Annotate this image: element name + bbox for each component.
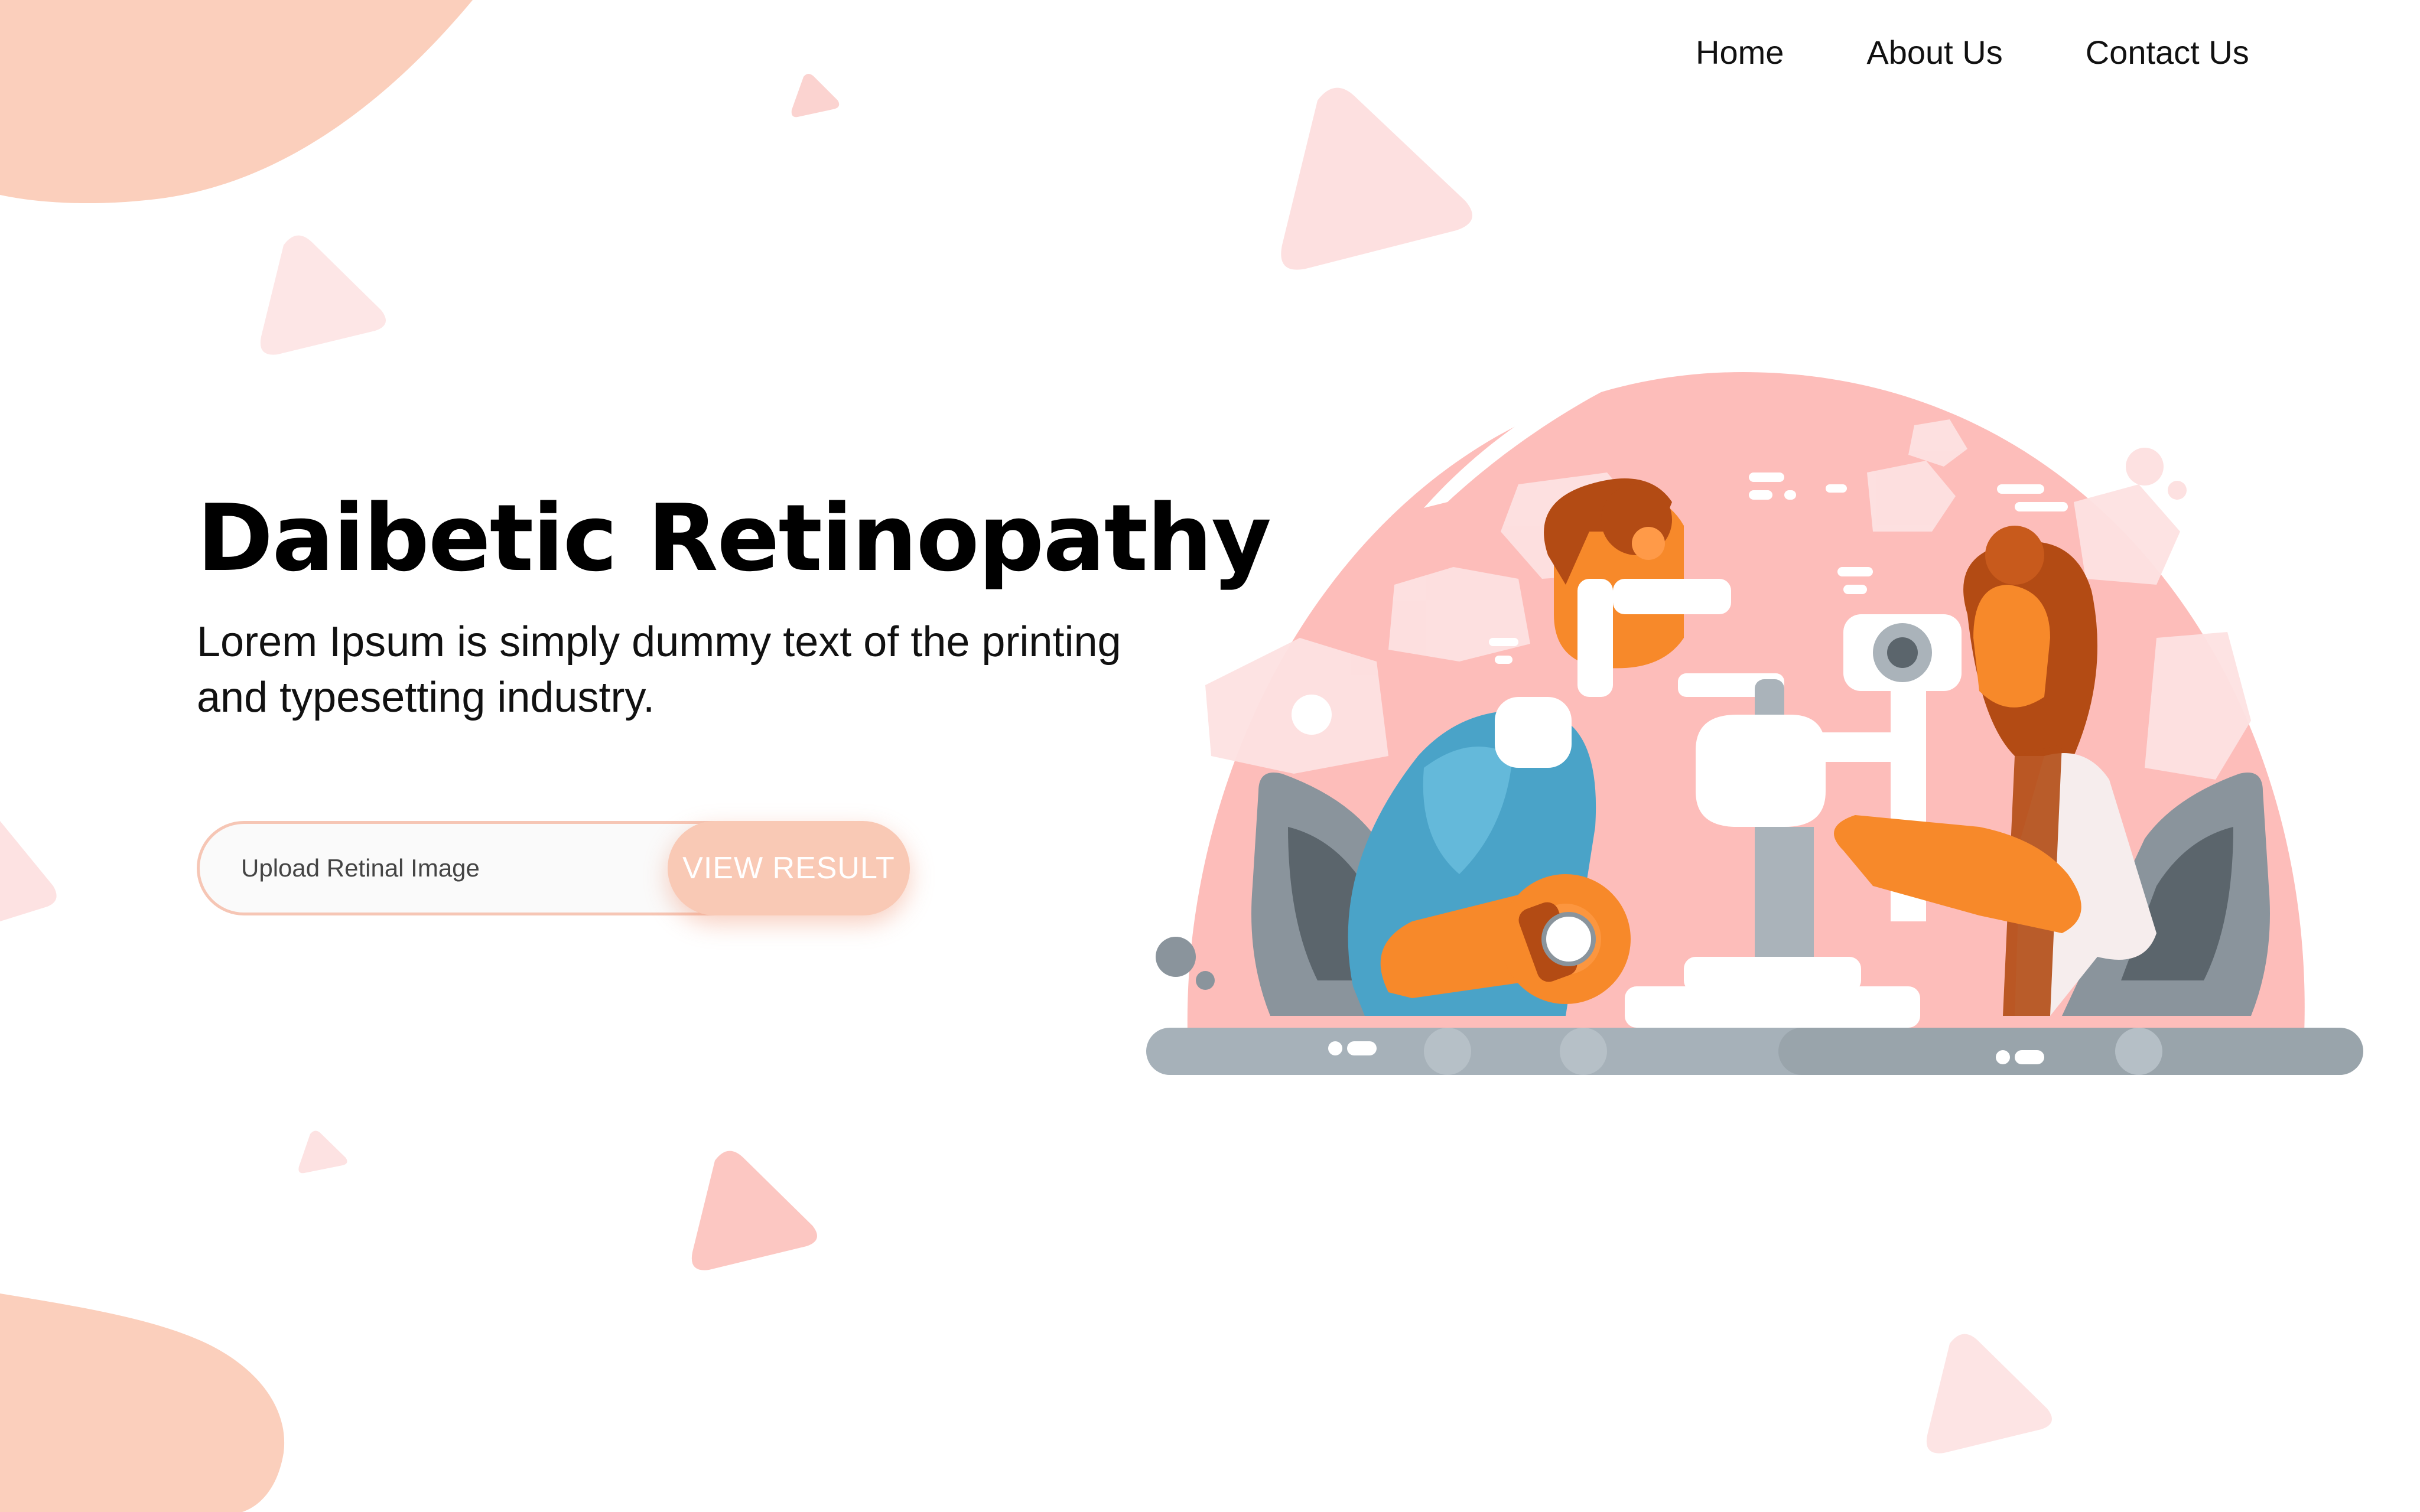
- triangle-decoration: [1281, 87, 1472, 270]
- page-title: Daibetic Retinopathy: [197, 484, 1271, 592]
- upload-label: Upload Retinal Image: [241, 854, 480, 882]
- eye-exam-illustration: [1146, 325, 2363, 1075]
- left-edge-triangle: [0, 821, 57, 921]
- bottom-left-blob: [0, 1293, 285, 1512]
- hero-description: Lorem Ipsum is simply dummy text of the …: [197, 618, 1121, 721]
- top-left-blob: [0, 0, 473, 204]
- triangle-decoration: [791, 74, 840, 118]
- nav-about-link[interactable]: About Us: [1866, 33, 2002, 71]
- triangle-decoration: [691, 1151, 817, 1270]
- triangle-decoration: [1926, 1334, 2052, 1454]
- triangle-decoration: [298, 1130, 347, 1174]
- top-nav: Home About Us Contact Us: [1696, 33, 2278, 71]
- view-result-button[interactable]: VIEW RESULT: [668, 821, 910, 915]
- nav-home-link[interactable]: Home: [1696, 33, 1784, 71]
- triangle-decoration: [260, 235, 386, 355]
- nav-contact-link[interactable]: Contact Us: [2086, 33, 2249, 71]
